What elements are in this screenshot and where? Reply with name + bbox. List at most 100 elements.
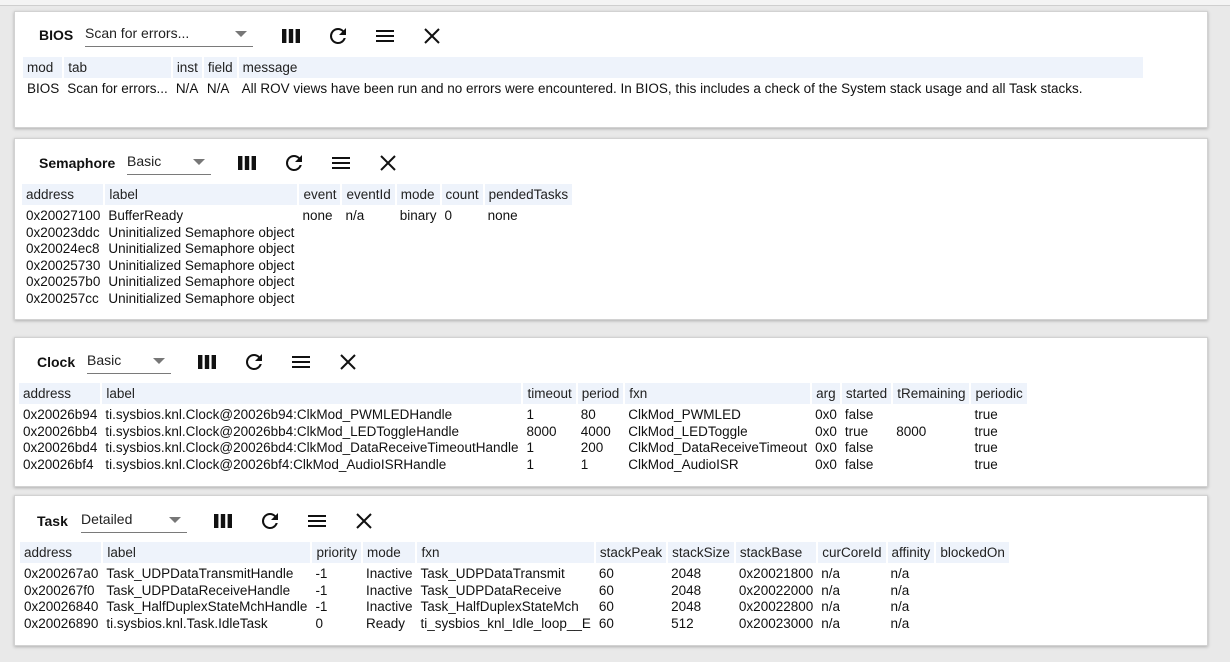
table-cell: -1 bbox=[315, 599, 328, 615]
table-row[interactable]: 0x20026bb4 ti.sysbios.knl.Clock@20026bb4:… bbox=[19, 424, 1028, 441]
column-header[interactable]: address bbox=[20, 542, 104, 563]
columns-icon[interactable] bbox=[279, 24, 303, 48]
refresh-icon[interactable] bbox=[282, 151, 306, 175]
table-cell: true bbox=[974, 423, 998, 439]
column-header[interactable]: arg bbox=[811, 383, 842, 404]
table-cell: Inactive bbox=[365, 566, 413, 582]
table-row[interactable]: 0x20024ec8 Uninitialized Semaphore object bbox=[22, 241, 573, 258]
table-cell: ClkMod_DataReceiveTimeout bbox=[628, 440, 808, 456]
refresh-icon[interactable] bbox=[258, 509, 282, 533]
table-row[interactable]: 0x20026bf4 ti.sysbios.knl.Clock@20026bf4:… bbox=[19, 457, 1028, 474]
column-header[interactable]: pendedTasks bbox=[483, 184, 575, 205]
table-row[interactable]: 0x20026840 Task_HalfDuplexStateMchHandle -… bbox=[20, 599, 1010, 616]
column-header[interactable]: tab bbox=[63, 57, 173, 78]
table-row[interactable]: 0x200267a0 Task_UDPDataTransmitHandle -1 In… bbox=[20, 563, 1010, 583]
semaphore-view-select[interactable]: Basic bbox=[127, 151, 211, 175]
column-header[interactable]: period bbox=[576, 383, 626, 404]
semaphore-view-value: Basic bbox=[127, 153, 162, 169]
menu-icon[interactable] bbox=[329, 151, 353, 175]
column-header[interactable]: field bbox=[202, 57, 239, 78]
column-header[interactable]: label bbox=[104, 184, 300, 205]
column-header[interactable]: address bbox=[19, 383, 103, 404]
table-cell: ti.sysbios.knl.Clock@20026bf4:ClkMod_Aud… bbox=[105, 456, 447, 472]
table-cell: BufferReady bbox=[108, 208, 184, 224]
table-cell bbox=[484, 241, 574, 258]
table-cell: 0x0 bbox=[815, 456, 837, 472]
table-cell bbox=[341, 225, 395, 242]
close-icon[interactable] bbox=[336, 350, 360, 374]
table-row[interactable]: 0x20026b94 ti.sysbios.knl.Clock@20026b94:… bbox=[19, 404, 1028, 424]
table-row[interactable]: 0x200267f0 Task_UDPDataReceiveHandle -1 Ina… bbox=[20, 583, 1010, 600]
column-header[interactable]: stackPeak bbox=[594, 542, 669, 563]
table-cell bbox=[484, 274, 574, 291]
table-row[interactable]: 0x20026890 ti.sysbios.knl.Task.IdleTask 0 R… bbox=[20, 616, 1010, 633]
column-header[interactable]: mod bbox=[23, 57, 65, 78]
table-cell: 0x20026840 bbox=[24, 599, 99, 615]
table-cell bbox=[396, 274, 441, 291]
table-row[interactable]: 0x200257b0 Uninitialized Semaphore object bbox=[22, 274, 573, 291]
table-cell: 0x20021800 bbox=[738, 566, 814, 582]
table-row[interactable]: BIOS Scan for errors... N/A N/A All ROV … bbox=[23, 78, 1144, 98]
column-header[interactable]: message bbox=[237, 57, 1145, 78]
column-header[interactable]: label bbox=[101, 383, 524, 404]
columns-icon[interactable] bbox=[235, 151, 259, 175]
table-row[interactable]: 0x20023ddc Uninitialized Semaphore object bbox=[22, 225, 573, 242]
column-header[interactable]: fxn bbox=[624, 383, 813, 404]
column-header[interactable]: timeout bbox=[522, 383, 578, 404]
table-cell: 60 bbox=[598, 615, 614, 631]
table-row[interactable]: 0x20026bd4 ti.sysbios.knl.Clock@20026bd4:… bbox=[19, 440, 1028, 457]
bios-view-select[interactable]: Scan for errors... bbox=[85, 23, 253, 47]
table-cell: 1 bbox=[526, 440, 534, 456]
table-cell: 0x20026bf4 bbox=[23, 456, 94, 472]
column-header[interactable]: eventId bbox=[341, 184, 397, 205]
close-icon[interactable] bbox=[352, 509, 376, 533]
table-row[interactable]: 0x200257cc Uninitialized Semaphore object bbox=[22, 291, 573, 308]
table-cell: Inactive bbox=[365, 582, 413, 598]
column-header[interactable]: periodic bbox=[970, 383, 1029, 404]
menu-icon[interactable] bbox=[305, 509, 329, 533]
column-header[interactable]: stackSize bbox=[667, 542, 736, 563]
table-cell: 2048 bbox=[671, 582, 702, 598]
table-cell: Inactive bbox=[365, 599, 413, 615]
columns-icon[interactable] bbox=[211, 509, 235, 533]
menu-icon[interactable] bbox=[373, 24, 397, 48]
column-header[interactable]: mode bbox=[395, 184, 442, 205]
menu-icon[interactable] bbox=[289, 350, 313, 374]
column-header[interactable]: affinity bbox=[886, 542, 937, 563]
clock-panel-title: Clock bbox=[37, 354, 76, 370]
column-header[interactable]: stackBase bbox=[734, 542, 819, 563]
task-table: address label priority mode fxn stackPea… bbox=[20, 542, 1011, 632]
column-header[interactable]: address bbox=[22, 184, 106, 205]
table-cell bbox=[396, 241, 441, 258]
columns-icon[interactable] bbox=[195, 350, 219, 374]
table-cell: 0x20022000 bbox=[738, 582, 814, 598]
column-header[interactable]: fxn bbox=[416, 542, 596, 563]
column-header[interactable]: blockedOn bbox=[935, 542, 1011, 563]
column-header[interactable]: mode bbox=[361, 542, 418, 563]
close-icon[interactable] bbox=[420, 24, 444, 48]
column-header[interactable]: label bbox=[102, 542, 313, 563]
table-cell: 0x20026bb4 bbox=[23, 423, 98, 439]
close-icon[interactable] bbox=[376, 151, 400, 175]
column-header[interactable]: started bbox=[840, 383, 894, 404]
table-cell: Task_HalfDuplexStateMchHandle bbox=[106, 599, 308, 615]
table-row[interactable]: 0x20025730 Uninitialized Semaphore object bbox=[22, 258, 573, 275]
clock-view-select[interactable]: Basic bbox=[87, 350, 171, 374]
column-header[interactable]: curCoreId bbox=[817, 542, 888, 563]
refresh-icon[interactable] bbox=[326, 24, 350, 48]
column-header[interactable]: count bbox=[440, 184, 485, 205]
table-row[interactable]: 0x20027100 BufferReady none n/a binary 0 none bbox=[22, 205, 573, 225]
refresh-icon[interactable] bbox=[242, 350, 266, 374]
table-cell bbox=[441, 291, 484, 308]
table-cell: 1 bbox=[580, 456, 589, 472]
table-cell bbox=[935, 616, 1010, 633]
table-cell: Task_UDPDataTransmit bbox=[420, 566, 565, 582]
chevron-down-icon bbox=[169, 517, 181, 523]
clock-toolbar: Clock Basic bbox=[15, 338, 1207, 378]
column-header[interactable]: event bbox=[298, 184, 343, 205]
table-cell: none bbox=[302, 208, 333, 224]
column-header[interactable]: inst bbox=[171, 57, 204, 78]
column-header[interactable]: priority bbox=[311, 542, 363, 563]
task-view-select[interactable]: Detailed bbox=[81, 509, 187, 533]
column-header[interactable]: tRemaining bbox=[892, 383, 972, 404]
